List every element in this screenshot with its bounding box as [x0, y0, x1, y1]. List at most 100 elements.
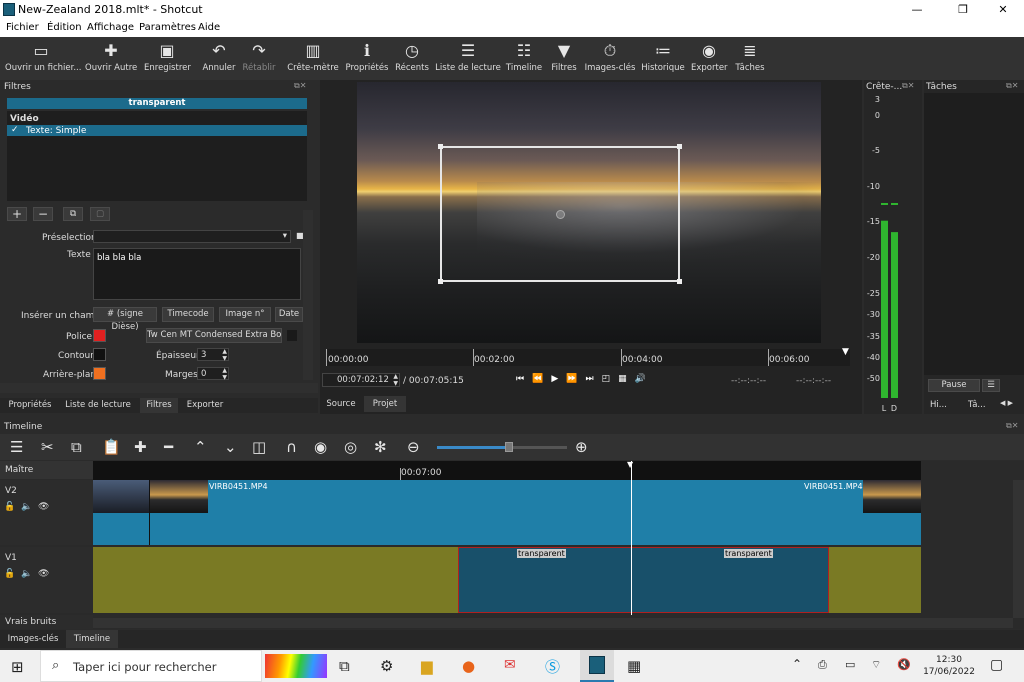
resize-handle[interactable]: [438, 279, 443, 284]
open-other-button[interactable]: ✚ Ouvrir Autre: [85, 39, 137, 73]
firefox-icon[interactable]: ●: [462, 657, 475, 675]
jobs-menu-button[interactable]: ☰: [982, 379, 1000, 392]
mute-icon[interactable]: 🔈: [21, 502, 32, 512]
tab-scroll-arrows-icon[interactable]: ◀ ▶: [1000, 399, 1013, 407]
battery-icon[interactable]: ▭: [845, 658, 855, 671]
remove-filter-button[interactable]: −: [33, 207, 53, 221]
zoom-slider[interactable]: [437, 442, 567, 452]
playlist-button[interactable]: ☰ Liste de lecture: [435, 39, 501, 73]
track-head-v1[interactable]: V1 🔓 🔈 👁: [0, 547, 93, 613]
menu-edition[interactable]: Édition: [47, 22, 82, 33]
tab-playlist[interactable]: Liste de lecture: [60, 400, 136, 410]
filter-list-item[interactable]: ✓ Texte: Simple: [7, 125, 307, 136]
spin-arrows-icon[interactable]: ▲ ▼: [222, 348, 227, 362]
paste-icon[interactable]: 📋: [102, 438, 121, 456]
insert-date-button[interactable]: Date d: [275, 307, 303, 322]
position-timecode-field[interactable]: 00:07:02:12 ▲ ▼: [322, 373, 400, 387]
resize-handle[interactable]: [438, 144, 443, 149]
panel-float-close-icon[interactable]: ⧉✕: [294, 81, 306, 91]
keyframes-button[interactable]: ⏱ Images-clés: [584, 39, 636, 73]
paste-filter-icon[interactable]: ▢: [90, 207, 110, 221]
timeline-button[interactable]: ☷ Timeline: [505, 39, 543, 73]
video-preview[interactable]: [357, 82, 821, 343]
timeline-ruler[interactable]: 00:07:00: [93, 461, 921, 480]
skype-icon[interactable]: Ⓢ: [545, 656, 560, 677]
timeline-vertical-scrollbar[interactable]: [1013, 480, 1024, 618]
menu-fichier[interactable]: Fichier: [6, 22, 39, 33]
pause-jobs-button[interactable]: Pause: [928, 379, 980, 392]
notifications-icon[interactable]: ▢: [990, 657, 1003, 673]
zoom-slider-handle[interactable]: [505, 442, 513, 452]
resize-handle[interactable]: [677, 144, 682, 149]
save-button[interactable]: ▣ Enregistrer: [144, 39, 191, 73]
timeline-playhead[interactable]: [631, 461, 632, 615]
menu-parametres[interactable]: Paramètres: [139, 22, 196, 33]
spin-arrows-icon[interactable]: ▲ ▼: [393, 373, 398, 387]
hide-icon[interactable]: 👁: [38, 569, 49, 579]
panel-float-close-icon[interactable]: ⧉✕: [902, 81, 914, 91]
maximize-button[interactable]: ❐: [949, 2, 977, 18]
add-filter-button[interactable]: +: [7, 207, 27, 221]
volume-icon[interactable]: 🔊: [635, 374, 654, 384]
panel-float-close-icon[interactable]: ⧉✕: [1006, 81, 1018, 91]
clip-transparent[interactable]: transparent transparent: [458, 547, 829, 613]
volume-mute-icon[interactable]: 🔇: [897, 658, 911, 671]
mute-icon[interactable]: 🔈: [21, 569, 32, 579]
filters-button[interactable]: ▼ Filtres: [548, 39, 580, 73]
close-button[interactable]: ✕: [989, 2, 1017, 18]
tab-history[interactable]: Hi...: [930, 400, 947, 410]
task-view-icon[interactable]: ⧉: [339, 657, 350, 675]
timeline-horizontal-scrollbar[interactable]: [93, 618, 1013, 628]
text-input[interactable]: bla bla bla: [93, 248, 301, 300]
player-playhead-icon[interactable]: ▼: [842, 347, 849, 357]
playhead-marker-icon[interactable]: ▼: [627, 460, 633, 469]
scrub-icon[interactable]: ◉: [314, 438, 327, 456]
ripple-icon[interactable]: ◎: [344, 438, 357, 456]
outline-color-swatch[interactable]: [93, 348, 106, 361]
mail-app-icon[interactable]: ✉: [504, 657, 516, 673]
tab-source[interactable]: Source: [320, 396, 362, 412]
menu-affichage[interactable]: Affichage: [87, 22, 134, 33]
lock-icon[interactable]: 🔓: [4, 502, 15, 512]
fast-forward-icon[interactable]: ⏩: [566, 374, 585, 384]
insert-frame-number-button[interactable]: Image n°: [219, 307, 271, 322]
player-ruler[interactable]: 00:00:00 00:02:00 00:04:00 00:06:00 ▼: [326, 347, 850, 366]
track-v1-lane[interactable]: transparent transparent: [93, 547, 921, 613]
zoom-out-icon[interactable]: ⊖: [407, 438, 420, 456]
font-color-swatch[interactable]: [93, 329, 106, 342]
history-button[interactable]: ≔ Historique: [641, 39, 685, 73]
master-track-head[interactable]: Maître: [0, 461, 93, 479]
filters-horizontal-scrollbar[interactable]: [0, 383, 318, 393]
append-icon[interactable]: ✚: [134, 438, 147, 456]
jobs-button[interactable]: ≣ Tâches: [733, 39, 767, 73]
menu-aide[interactable]: Aide: [198, 22, 220, 33]
tab-export[interactable]: Exporter: [182, 400, 228, 410]
thickness-spinbox[interactable]: 3 ▲ ▼: [197, 348, 229, 362]
margins-spinbox[interactable]: 0 ▲ ▼: [197, 367, 229, 381]
insert-hash-button[interactable]: # (signe Dièse): [93, 307, 157, 332]
copy-filter-icon[interactable]: ⧉: [63, 207, 83, 221]
zoom-select-icon[interactable]: ◰: [602, 374, 619, 384]
zoom-in-icon[interactable]: ⊕: [575, 438, 588, 456]
undo-button[interactable]: ↶ Annuler: [200, 39, 238, 73]
tab-keyframes[interactable]: Images-clés: [4, 634, 62, 644]
hide-icon[interactable]: 👁: [38, 502, 49, 512]
timeline-menu-icon[interactable]: ☰: [10, 438, 23, 456]
file-explorer-icon[interactable]: ▆: [421, 657, 433, 675]
recent-button[interactable]: ◷ Récents: [394, 39, 430, 73]
ripple-delete-icon[interactable]: ━: [164, 438, 173, 456]
copy-icon[interactable]: ⧉: [71, 438, 82, 456]
network-drive-icon[interactable]: ⎙: [818, 658, 827, 672]
properties-button[interactable]: ℹ Propriétés: [344, 39, 390, 73]
resize-handle[interactable]: [677, 279, 682, 284]
text-position-center-handle[interactable]: [556, 210, 565, 219]
clip-virb0451[interactable]: VIRB0451.MP4 VIRB0451.MP4: [93, 480, 921, 545]
skip-previous-icon[interactable]: ⏮: [516, 374, 532, 384]
split-icon[interactable]: ◫: [252, 438, 266, 456]
calculator-icon[interactable]: ▦: [627, 657, 641, 675]
font-weight-toggle[interactable]: [287, 330, 297, 341]
preset-select[interactable]: ▾: [93, 230, 291, 243]
tab-timeline[interactable]: Timeline: [66, 630, 118, 648]
wifi-icon[interactable]: ⌔: [871, 658, 881, 672]
tab-properties[interactable]: Propriétés: [4, 400, 56, 410]
